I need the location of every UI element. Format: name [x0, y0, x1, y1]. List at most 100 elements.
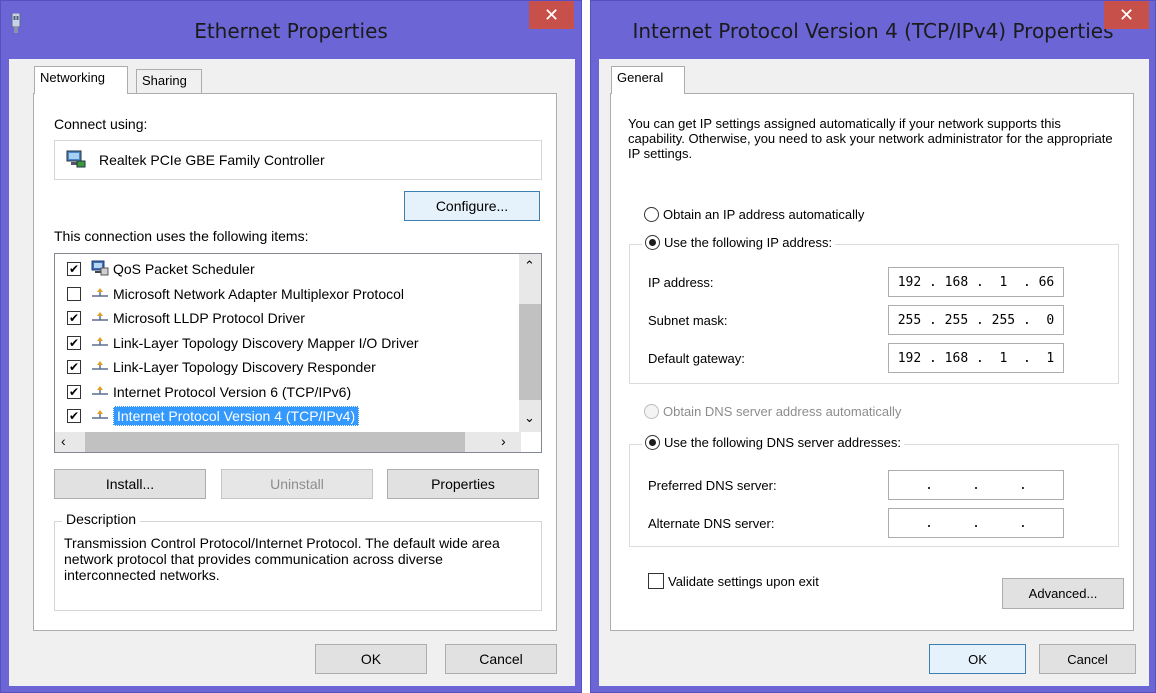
protocol-icon — [91, 360, 109, 374]
install-label: Install... — [105, 476, 155, 492]
properties-button[interactable]: Properties — [387, 469, 539, 499]
ok-label: OK — [968, 651, 987, 667]
use-following-ip-label: Use the following IP address: — [664, 235, 833, 250]
item-checkbox[interactable]: ✔ — [67, 335, 81, 350]
cancel-label: Cancel — [1067, 651, 1108, 667]
list-item[interactable]: Microsoft Network Adapter Multiplexor Pr… — [55, 282, 404, 306]
uninstall-label: Uninstall — [270, 476, 324, 492]
list-item[interactable]: ✔ Microsoft LLDP Protocol Driver — [55, 306, 305, 330]
item-checkbox[interactable]: ✔ — [67, 262, 81, 276]
dialog-body: General You can get IP settings assigned… — [599, 59, 1149, 686]
use-following-dns-radio[interactable] — [645, 435, 660, 450]
item-label: Microsoft Network Adapter Multiplexor Pr… — [113, 285, 404, 302]
general-panel: You can get IP settings assigned automat… — [610, 93, 1134, 631]
ethernet-properties-window: Ethernet Properties ✕ Networking Sharing… — [0, 0, 582, 693]
ip-address-field[interactable]: 192 . 168 . 1 . 66 — [888, 267, 1064, 297]
use-following-ip-option[interactable]: Use the following IP address: — [642, 235, 836, 250]
tab-sharing[interactable]: Sharing — [136, 69, 202, 94]
validate-label: Validate settings upon exit — [668, 573, 819, 589]
use-following-ip-radio[interactable] — [645, 235, 660, 250]
preferred-dns-field[interactable]: . . . — [888, 470, 1064, 500]
install-button[interactable]: Install... — [54, 469, 206, 499]
title-bar: Internet Protocol Version 4 (TCP/IPv4) P… — [591, 1, 1155, 59]
list-item[interactable]: ✔ Internet Protocol Version 4 (TCP/IPv4) — [55, 404, 360, 428]
items-list[interactable]: ✔ QoS Packet Scheduler Microsoft Network A… — [54, 253, 542, 453]
scroll-down-icon[interactable]: ⌄ — [524, 410, 535, 426]
protocol-icon — [91, 287, 109, 301]
alternate-dns-label: Alternate DNS server: — [648, 516, 775, 531]
scroll-left-icon[interactable]: ‹ — [61, 433, 66, 449]
item-checkbox[interactable] — [67, 286, 81, 301]
item-label: QoS Packet Scheduler — [113, 261, 255, 277]
cancel-label: Cancel — [479, 651, 523, 667]
item-label: Internet Protocol Version 4 (TCP/IPv4) — [113, 406, 360, 426]
ok-button[interactable]: OK — [929, 644, 1026, 674]
item-checkbox[interactable]: ✔ — [67, 311, 81, 325]
list-item[interactable]: ✔ Link-Layer Topology Discovery Mapper I/… — [55, 331, 419, 355]
obtain-dns-auto-radio[interactable] — [644, 404, 659, 419]
item-checkbox[interactable]: ✔ — [67, 360, 81, 374]
ipv4-properties-window: Internet Protocol Version 4 (TCP/IPv4) P… — [590, 0, 1156, 693]
obtain-dns-auto-option[interactable]: Obtain DNS server address automatically — [644, 404, 901, 419]
obtain-ip-auto-radio[interactable] — [644, 207, 659, 222]
subnet-mask-field[interactable]: 255 . 255 . 255 . 0 — [888, 305, 1064, 335]
cancel-button[interactable]: Cancel — [1039, 644, 1136, 674]
default-gateway-label: Default gateway: — [648, 351, 745, 366]
use-following-dns-label: Use the following DNS server addresses: — [664, 435, 901, 450]
item-checkbox[interactable]: ✔ — [67, 384, 81, 399]
dialog-body: Networking Sharing Connect using: Realte… — [9, 59, 575, 686]
list-item[interactable]: ✔ Link-Layer Topology Discovery Responder — [55, 355, 376, 379]
close-button[interactable]: ✕ — [1104, 1, 1149, 29]
networking-panel: Connect using: Realtek PCIe GBE Family C… — [33, 93, 557, 631]
obtain-ip-auto-option[interactable]: Obtain an IP address automatically — [644, 207, 864, 222]
window-title: Internet Protocol Version 4 (TCP/IPv4) P… — [632, 19, 1114, 43]
default-gateway-field[interactable]: 192 . 168 . 1 . 1 — [888, 343, 1064, 373]
scroll-hthumb[interactable] — [85, 432, 465, 452]
alternate-dns-field[interactable]: . . . — [888, 508, 1064, 538]
adapter-name: Realtek PCIe GBE Family Controller — [99, 152, 325, 168]
items-label: This connection uses the following items… — [54, 228, 309, 244]
validate-checkbox[interactable] — [648, 573, 664, 589]
preferred-dns-label: Preferred DNS server: — [648, 478, 777, 493]
validate-option[interactable]: Validate settings upon exit — [648, 573, 819, 589]
intro-text: You can get IP settings assigned automat… — [628, 116, 1113, 161]
scroll-thumb[interactable] — [519, 304, 541, 400]
network-card-icon — [65, 149, 87, 172]
connect-using-label: Connect using: — [54, 116, 148, 132]
horizontal-scrollbar[interactable]: ‹ › — [55, 432, 521, 452]
obtain-dns-auto-label: Obtain DNS server address automatically — [663, 404, 902, 419]
properties-label: Properties — [431, 476, 495, 492]
scroll-right-icon[interactable]: › — [501, 433, 506, 449]
item-label: Link-Layer Topology Discovery Responder — [113, 359, 376, 375]
protocol-icon — [91, 336, 109, 350]
list-item[interactable]: ✔ QoS Packet Scheduler — [55, 257, 255, 281]
close-icon: ✕ — [543, 4, 560, 25]
description-text: Transmission Control Protocol/Internet P… — [64, 535, 500, 583]
configure-button[interactable]: Configure... — [404, 191, 540, 221]
configure-label: Configure... — [435, 198, 509, 214]
tab-networking[interactable]: Networking — [34, 66, 128, 94]
ip-address-label: IP address: — [648, 275, 714, 290]
close-button[interactable]: ✕ — [529, 1, 574, 29]
item-label: Microsoft LLDP Protocol Driver — [113, 310, 305, 326]
item-label: Internet Protocol Version 6 (TCP/IPv6) — [113, 383, 352, 400]
title-bar: Ethernet Properties ✕ — [1, 1, 581, 59]
item-label: Link-Layer Topology Discovery Mapper I/O… — [113, 334, 419, 351]
ok-button[interactable]: OK — [315, 644, 427, 674]
advanced-label: Advanced... — [1028, 586, 1098, 601]
tab-general[interactable]: General — [611, 66, 685, 94]
ok-label: OK — [360, 651, 382, 667]
scroll-up-icon[interactable]: ⌃ — [524, 258, 535, 274]
cancel-button[interactable]: Cancel — [445, 644, 557, 674]
advanced-button[interactable]: Advanced... — [1002, 578, 1124, 609]
uninstall-button[interactable]: Uninstall — [221, 469, 373, 499]
vertical-scrollbar[interactable]: ⌃ ⌄ — [519, 254, 541, 432]
window-title: Ethernet Properties — [194, 19, 388, 43]
item-checkbox[interactable]: ✔ — [67, 409, 81, 423]
list-item[interactable]: ✔ Internet Protocol Version 6 (TCP/IPv6) — [55, 380, 351, 404]
use-following-dns-option[interactable]: Use the following DNS server addresses: — [642, 435, 904, 450]
protocol-icon — [91, 409, 109, 423]
close-icon: ✕ — [1118, 4, 1135, 25]
protocol-icon — [91, 311, 109, 325]
protocol-icon — [91, 385, 109, 399]
